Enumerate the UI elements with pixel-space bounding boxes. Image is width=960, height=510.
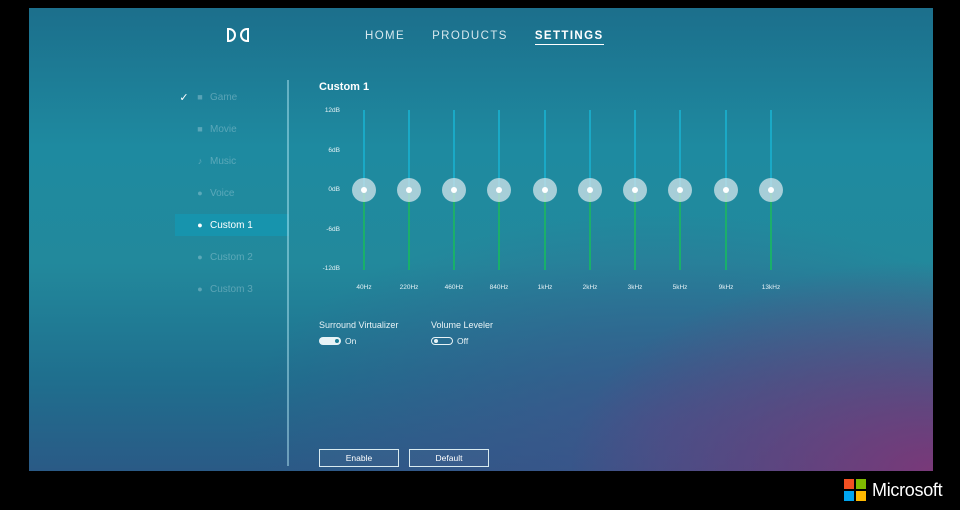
eq-band-3khz: 3kHz bbox=[623, 110, 647, 296]
sidebar-item-label: Voice bbox=[210, 187, 235, 199]
eq-band-460hz: 460Hz bbox=[442, 110, 466, 296]
sidebar-divider bbox=[287, 80, 289, 466]
eq-slider-knob[interactable] bbox=[714, 178, 738, 202]
sidebar-item-label: Custom 3 bbox=[210, 283, 253, 295]
sidebar-item-label: Music bbox=[210, 155, 237, 167]
voice-icon: ● bbox=[197, 188, 203, 198]
sidebar-item-label: Custom 1 bbox=[210, 219, 253, 231]
eq-band-9khz: 9kHz bbox=[714, 110, 738, 296]
nav-settings[interactable]: SETTINGS bbox=[534, 30, 604, 45]
eq-slider-knob[interactable] bbox=[397, 178, 421, 202]
sidebar-item-movie[interactable]: ■ Movie bbox=[175, 118, 289, 140]
music-note-icon: ♪ bbox=[197, 156, 203, 166]
eq-freq-label: 3kHz bbox=[627, 284, 643, 291]
dolby-logo bbox=[227, 28, 249, 44]
eq-freq-label: 460Hz bbox=[444, 284, 464, 291]
surround-virtualizer-state: On bbox=[345, 336, 357, 346]
eq-freq-label: 9kHz bbox=[718, 284, 734, 291]
film-icon: ■ bbox=[197, 124, 203, 134]
volume-leveler-setting: Volume Leveler Off bbox=[431, 320, 493, 346]
sidebar-item-label: Movie bbox=[210, 123, 237, 135]
eq-slider-knob[interactable] bbox=[533, 178, 557, 202]
sidebar-item-custom-2[interactable]: ● Custom 2 bbox=[175, 246, 289, 268]
eq-band-2khz: 2kHz bbox=[578, 110, 602, 296]
surround-virtualizer-setting: Surround Virtualizer On bbox=[319, 320, 398, 346]
sidebar-item-custom-1[interactable]: ● Custom 1 bbox=[175, 214, 289, 236]
top-nav: HOME PRODUCTS SETTINGS bbox=[365, 30, 604, 45]
volume-leveler-state: Off bbox=[457, 336, 469, 346]
preset-title: Custom 1 bbox=[319, 81, 370, 93]
eq-band-840hz: 840Hz bbox=[487, 110, 511, 296]
sidebar-item-game[interactable]: ✓ ■ Game bbox=[175, 86, 289, 108]
db-label-minus-6: -6dB bbox=[326, 226, 340, 233]
nav-products[interactable]: PRODUCTS bbox=[432, 30, 508, 45]
volume-leveler-label: Volume Leveler bbox=[431, 320, 494, 330]
db-label-minus-12: -12dB bbox=[322, 265, 340, 272]
person-icon: ● bbox=[197, 220, 203, 230]
person-icon: ● bbox=[197, 252, 203, 262]
db-label-12: 12dB bbox=[324, 107, 340, 114]
eq-band-5khz: 5kHz bbox=[668, 110, 692, 296]
sidebar-item-music[interactable]: ♪ Music bbox=[175, 150, 289, 172]
eq-band-1khz: 1kHz bbox=[533, 110, 557, 296]
enable-button[interactable]: Enable bbox=[319, 449, 399, 467]
eq-slider-knob[interactable] bbox=[623, 178, 647, 202]
eq-freq-label: 5kHz bbox=[672, 284, 688, 291]
dolby-settings-window: HOME PRODUCTS SETTINGS ✓ ■ Game ■ Movie … bbox=[29, 8, 933, 471]
volume-leveler-toggle[interactable] bbox=[431, 337, 453, 345]
preset-sidebar: ✓ ■ Game ■ Movie ♪ Music ● Voice ● Custo… bbox=[175, 86, 289, 310]
sidebar-item-label: Game bbox=[210, 91, 238, 103]
eq-freq-label: 220Hz bbox=[399, 284, 419, 291]
checkmark-icon: ✓ bbox=[179, 91, 189, 104]
sidebar-item-custom-3[interactable]: ● Custom 3 bbox=[175, 278, 289, 300]
eq-slider-knob[interactable] bbox=[442, 178, 466, 202]
nav-home[interactable]: HOME bbox=[365, 30, 405, 45]
sidebar-item-voice[interactable]: ● Voice bbox=[175, 182, 289, 204]
default-button[interactable]: Default bbox=[409, 449, 489, 467]
eq-freq-label: 840Hz bbox=[489, 284, 509, 291]
microsoft-logo-icon bbox=[844, 479, 866, 501]
eq-slider-knob[interactable] bbox=[668, 178, 692, 202]
gamepad-icon: ■ bbox=[197, 92, 203, 102]
eq-band-40hz: 40Hz bbox=[352, 110, 376, 296]
person-icon: ● bbox=[197, 284, 203, 294]
eq-slider-knob[interactable] bbox=[352, 178, 376, 202]
eq-slider-knob[interactable] bbox=[487, 178, 511, 202]
eq-slider-knob[interactable] bbox=[578, 178, 602, 202]
eq-freq-label: 1kHz bbox=[537, 284, 553, 291]
eq-freq-label: 2kHz bbox=[582, 284, 598, 291]
db-label-0: 0dB bbox=[328, 186, 340, 193]
eq-band-13khz: 13kHz bbox=[759, 110, 783, 296]
eq-band-220hz: 220Hz bbox=[397, 110, 421, 296]
eq-slider-knob[interactable] bbox=[759, 178, 783, 202]
surround-virtualizer-toggle[interactable] bbox=[319, 337, 341, 345]
eq-freq-label: 40Hz bbox=[356, 284, 372, 291]
eq-freq-label: 13kHz bbox=[761, 284, 781, 291]
db-label-6: 6dB bbox=[328, 147, 340, 154]
surround-virtualizer-label: Surround Virtualizer bbox=[319, 320, 399, 330]
microsoft-branding: Microsoft bbox=[844, 479, 943, 501]
microsoft-wordmark: Microsoft bbox=[872, 479, 943, 500]
sidebar-item-label: Custom 2 bbox=[210, 251, 253, 263]
